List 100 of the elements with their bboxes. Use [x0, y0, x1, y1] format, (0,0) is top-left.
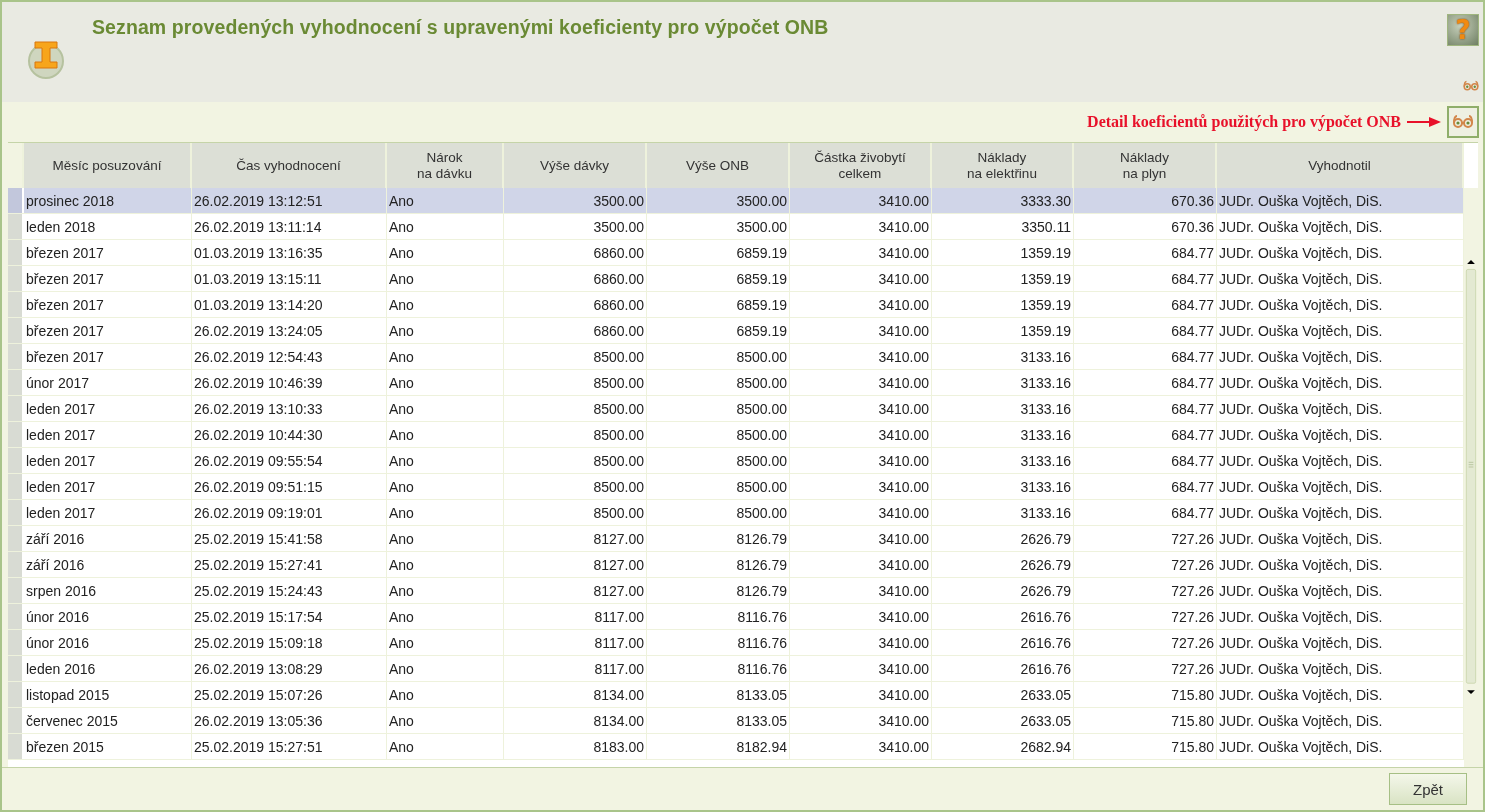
- table-row[interactable]: září 2016 25.02.2019 15:41:58 Ano 8127.00 8126.79 3410.00 2626.79 727.26 JUDr. Ouška Vojtěch, DiS.: [8, 526, 1464, 552]
- table-cell: 3410.00: [790, 474, 932, 499]
- table-row[interactable]: leden 2016 26.02.2019 13:08:29 Ano 8117.00 8116.76 3410.00 2616.76 727.26 JUDr. Ouška Vojtěch, DiS.: [8, 656, 1464, 682]
- row-selector[interactable]: [8, 552, 24, 577]
- table-cell: 6860.00: [504, 292, 647, 317]
- column-header[interactable]: Vyhodnotil: [1217, 143, 1464, 188]
- column-header[interactable]: Nárok na dávku: [387, 143, 504, 188]
- table-cell: 3350.11: [932, 214, 1074, 239]
- table-row[interactable]: leden 2018 26.02.2019 13:11:14 Ano 3500.00 3500.00 3410.00 3350.11 670.36 JUDr. Ouška Vojtěch, DiS.: [8, 214, 1464, 240]
- table-cell: únor 2016: [24, 604, 192, 629]
- table-cell: 3410.00: [790, 214, 932, 239]
- row-selector[interactable]: [8, 318, 24, 343]
- table-cell: Ano: [387, 370, 504, 395]
- table-cell: 25.02.2019 15:41:58: [192, 526, 387, 551]
- table-row[interactable]: únor 2016 25.02.2019 15:09:18 Ano 8117.00 8116.76 3410.00 2616.76 727.26 JUDr. Ouška Vojtěch, DiS.: [8, 630, 1464, 656]
- table-cell: 01.03.2019 13:16:35: [192, 240, 387, 265]
- table-row[interactable]: leden 2017 26.02.2019 10:44:30 Ano 8500.00 8500.00 3410.00 3133.16 684.77 JUDr. Ouška Vojtěch, DiS.: [8, 422, 1464, 448]
- table-row[interactable]: leden 2017 26.02.2019 09:51:15 Ano 8500.00 8500.00 3410.00 3133.16 684.77 JUDr. Ouška Vojtěch, DiS.: [8, 474, 1464, 500]
- row-selector[interactable]: [8, 526, 24, 551]
- row-selector[interactable]: [8, 214, 24, 239]
- table-cell: 8127.00: [504, 526, 647, 551]
- row-selector[interactable]: [8, 370, 24, 395]
- table-cell: 2682.94: [932, 734, 1074, 759]
- table-cell: 8117.00: [504, 604, 647, 629]
- column-header[interactable]: Výše dávky: [504, 143, 647, 188]
- row-selector[interactable]: [8, 708, 24, 733]
- table-cell: 25.02.2019 15:07:26: [192, 682, 387, 707]
- column-header[interactable]: Měsíc posuzování: [24, 143, 192, 188]
- column-header[interactable]: Čas vyhodnocení: [192, 143, 387, 188]
- scrollbar[interactable]: [1464, 188, 1478, 767]
- row-selector[interactable]: [8, 448, 24, 473]
- table-row[interactable]: březen 2017 01.03.2019 13:15:11 Ano 6860.00 6859.19 3410.00 1359.19 684.77 JUDr. Ouška Vojtěch, DiS.: [8, 266, 1464, 292]
- table-row[interactable]: únor 2016 25.02.2019 15:17:54 Ano 8117.00 8116.76 3410.00 2616.76 727.26 JUDr. Ouška Vojtěch, DiS.: [8, 604, 1464, 630]
- table-cell: Ano: [387, 604, 504, 629]
- table-cell: 6859.19: [647, 292, 790, 317]
- table-cell: únor 2016: [24, 630, 192, 655]
- row-selector[interactable]: [8, 630, 24, 655]
- table-row[interactable]: srpen 2016 25.02.2019 15:24:43 Ano 8127.00 8126.79 3410.00 2626.79 727.26 JUDr. Ouška Vojtěch, DiS.: [8, 578, 1464, 604]
- table-row[interactable]: leden 2017 26.02.2019 09:55:54 Ano 8500.00 8500.00 3410.00 3133.16 684.77 JUDr. Ouška Vojtěch, DiS.: [8, 448, 1464, 474]
- table-cell: 8117.00: [504, 630, 647, 655]
- table-cell: 684.77: [1074, 240, 1217, 265]
- detail-button[interactable]: [1447, 106, 1479, 138]
- table-cell: 6859.19: [647, 318, 790, 343]
- table-cell: 3410.00: [790, 708, 932, 733]
- row-selector[interactable]: [8, 292, 24, 317]
- row-selector[interactable]: [8, 396, 24, 421]
- table-cell: leden 2016: [24, 656, 192, 681]
- row-selector[interactable]: [8, 734, 24, 759]
- table-row[interactable]: únor 2017 26.02.2019 10:46:39 Ano 8500.00 8500.00 3410.00 3133.16 684.77 JUDr. Ouška Vojtěch, DiS.: [8, 370, 1464, 396]
- row-selector[interactable]: [8, 422, 24, 447]
- table-cell: 684.77: [1074, 422, 1217, 447]
- row-selector[interactable]: [8, 604, 24, 629]
- back-button[interactable]: Zpět: [1389, 773, 1467, 805]
- table-cell: září 2016: [24, 526, 192, 551]
- row-selector[interactable]: [8, 240, 24, 265]
- table-row[interactable]: březen 2017 01.03.2019 13:14:20 Ano 6860.00 6859.19 3410.00 1359.19 684.77 JUDr. Ouška Vojtěch, DiS.: [8, 292, 1464, 318]
- table-row[interactable]: září 2016 25.02.2019 15:27:41 Ano 8127.00 8126.79 3410.00 2626.79 727.26 JUDr. Ouška Vojtěch, DiS.: [8, 552, 1464, 578]
- table-cell: březen 2017: [24, 292, 192, 317]
- table-row[interactable]: leden 2017 26.02.2019 13:10:33 Ano 8500.00 8500.00 3410.00 3133.16 684.77 JUDr. Ouška Vojtěch, DiS.: [8, 396, 1464, 422]
- table-cell: 2616.76: [932, 656, 1074, 681]
- table-row[interactable]: březen 2017 26.02.2019 12:54:43 Ano 8500.00 8500.00 3410.00 3133.16 684.77 JUDr. Ouška Vojtěch, DiS.: [8, 344, 1464, 370]
- table-cell: 3500.00: [647, 188, 790, 213]
- row-selector[interactable]: [8, 682, 24, 707]
- table-row[interactable]: březen 2015 25.02.2019 15:27:51 Ano 8183.00 8182.94 3410.00 2682.94 715.80 JUDr. Ouška Vojtěch, DiS.: [8, 734, 1464, 760]
- table-cell: Ano: [387, 734, 504, 759]
- table-cell: 3410.00: [790, 552, 932, 577]
- table-cell: 1359.19: [932, 266, 1074, 291]
- table-row[interactable]: leden 2017 26.02.2019 09:19:01 Ano 8500.00 8500.00 3410.00 3133.16 684.77 JUDr. Ouška Vojtěch, DiS.: [8, 500, 1464, 526]
- table-cell: Ano: [387, 656, 504, 681]
- table-cell: 26.02.2019 13:10:33: [192, 396, 387, 421]
- column-header[interactable]: Výše ONB: [647, 143, 790, 188]
- column-header[interactable]: Částka živobytí celkem: [790, 143, 932, 188]
- table-cell: 684.77: [1074, 370, 1217, 395]
- table-cell: 25.02.2019 15:09:18: [192, 630, 387, 655]
- table-cell: leden 2018: [24, 214, 192, 239]
- table-row[interactable]: listopad 2015 25.02.2019 15:07:26 Ano 8134.00 8133.05 3410.00 2633.05 715.80 JUDr. Ouška Vojtěch, DiS.: [8, 682, 1464, 708]
- table-cell: 727.26: [1074, 656, 1217, 681]
- row-selector[interactable]: [8, 500, 24, 525]
- table-cell: 8500.00: [647, 500, 790, 525]
- row-selector[interactable]: [8, 266, 24, 291]
- row-selector[interactable]: [8, 344, 24, 369]
- table-cell: 8117.00: [504, 656, 647, 681]
- column-header[interactable]: Náklady na elektřinu: [932, 143, 1074, 188]
- row-selector[interactable]: [8, 188, 24, 213]
- column-header[interactable]: Náklady na plyn: [1074, 143, 1217, 188]
- table-cell: březen 2015: [24, 734, 192, 759]
- table-cell: 3410.00: [790, 344, 932, 369]
- table-cell: 715.80: [1074, 682, 1217, 707]
- table-row[interactable]: červenec 2015 26.02.2019 13:05:36 Ano 8134.00 8133.05 3410.00 2633.05 715.80 JUDr. Ouška Vojtěch, DiS.: [8, 708, 1464, 734]
- table-row[interactable]: březen 2017 01.03.2019 13:16:35 Ano 6860.00 6859.19 3410.00 1359.19 684.77 JUDr. Ouška Vojtěch, DiS.: [8, 240, 1464, 266]
- table-cell: 3410.00: [790, 656, 932, 681]
- table-cell: Ano: [387, 396, 504, 421]
- table-row[interactable]: březen 2017 26.02.2019 13:24:05 Ano 6860.00 6859.19 3410.00 1359.19 684.77 JUDr. Ouška Vojtěch, DiS.: [8, 318, 1464, 344]
- table-cell: 670.36: [1074, 188, 1217, 213]
- row-selector[interactable]: [8, 656, 24, 681]
- row-selector[interactable]: [8, 578, 24, 603]
- row-selector[interactable]: [8, 474, 24, 499]
- table-cell: 8500.00: [647, 370, 790, 395]
- table-row[interactable]: prosinec 2018 26.02.2019 13:12:51 Ano 3500.00 3500.00 3410.00 3333.30 670.36 JUDr. Ouška Vojtěch, DiS.: [8, 188, 1464, 214]
- table-cell: 8500.00: [647, 422, 790, 447]
